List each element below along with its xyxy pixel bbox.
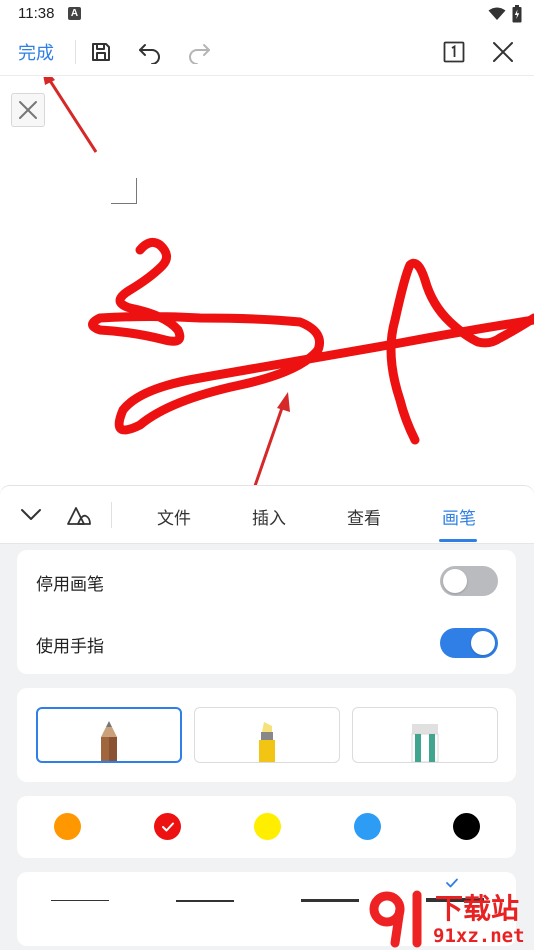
tab-file[interactable]: 文件: [157, 504, 191, 529]
use-finger-switch[interactable]: [440, 628, 498, 658]
save-icon[interactable]: [87, 38, 115, 66]
done-button[interactable]: 完成: [18, 39, 54, 65]
highlighter-icon: [259, 722, 275, 762]
status-icons: [488, 4, 522, 24]
highlighter-option[interactable]: [194, 707, 340, 763]
eraser-icon: [411, 724, 439, 762]
toggle-row-use-finger: 使用手指: [17, 612, 516, 674]
status-time: 11:38: [18, 5, 55, 22]
toggle-label: 停用画笔: [36, 575, 104, 595]
stroke-width-2[interactable]: [176, 900, 234, 902]
shape-tool-icon[interactable]: [66, 502, 92, 528]
tabs-divider: [111, 502, 112, 528]
pen-type-card: [17, 688, 516, 782]
color-yellow[interactable]: [254, 813, 281, 840]
app-screen: 11:38 A 完成 文件 插入 查看 画笔 停用画笔 使用手指 下载站 91x…: [0, 0, 534, 950]
color-red[interactable]: [154, 813, 181, 840]
wifi-icon: [488, 7, 506, 20]
check-icon: [161, 822, 174, 831]
color-orange[interactable]: [54, 813, 81, 840]
status-bar: 11:38 A: [0, 0, 534, 28]
switch-knob: [443, 569, 467, 593]
color-card: [17, 796, 516, 858]
notification-a-icon: A: [68, 7, 81, 20]
close-icon[interactable]: [489, 38, 517, 66]
ribbon-tabs: 文件 插入 查看 画笔: [0, 486, 534, 544]
page-count-icon[interactable]: [440, 38, 468, 66]
watermark-title: 下载站: [435, 892, 520, 925]
eraser-option[interactable]: [352, 707, 498, 763]
watermark-logo: 下载站 91xz.net: [365, 885, 534, 950]
toggle-card: 停用画笔 使用手指: [17, 550, 516, 674]
toggle-row-disable-pen: 停用画笔: [17, 550, 516, 612]
tab-insert[interactable]: 插入: [252, 504, 286, 529]
drawing-canvas[interactable]: [0, 77, 534, 485]
close-icon: [19, 101, 37, 119]
redo-icon[interactable]: [185, 38, 213, 66]
text-cursor-corner: [111, 178, 137, 204]
watermark-domain: 91xz.net: [433, 925, 525, 947]
toolbar-divider: [75, 40, 76, 64]
disable-pen-switch[interactable]: [440, 566, 498, 596]
switch-knob: [471, 631, 495, 655]
annotation-arrows: [43, 77, 290, 485]
chevron-down-icon[interactable]: [18, 502, 44, 528]
tab-view[interactable]: 查看: [347, 504, 381, 529]
stroke-width-1[interactable]: [51, 900, 109, 901]
color-black[interactable]: [453, 813, 480, 840]
color-blue[interactable]: [354, 813, 381, 840]
undo-icon[interactable]: [136, 38, 164, 66]
bottom-panel: 文件 插入 查看 画笔 停用画笔 使用手指: [0, 485, 534, 950]
ink-strokes: [43, 77, 534, 485]
pencil-option[interactable]: [36, 707, 182, 763]
pencil-icon: [101, 721, 117, 761]
active-tab-indicator: [439, 539, 477, 542]
tab-pen[interactable]: 画笔: [442, 504, 476, 529]
close-box-button[interactable]: [11, 93, 45, 127]
ink-stroke-2: [386, 258, 534, 445]
top-toolbar: 完成: [0, 28, 534, 76]
toggle-label: 使用手指: [36, 637, 104, 657]
stroke-width-3[interactable]: [301, 899, 359, 902]
battery-icon: [512, 5, 522, 23]
